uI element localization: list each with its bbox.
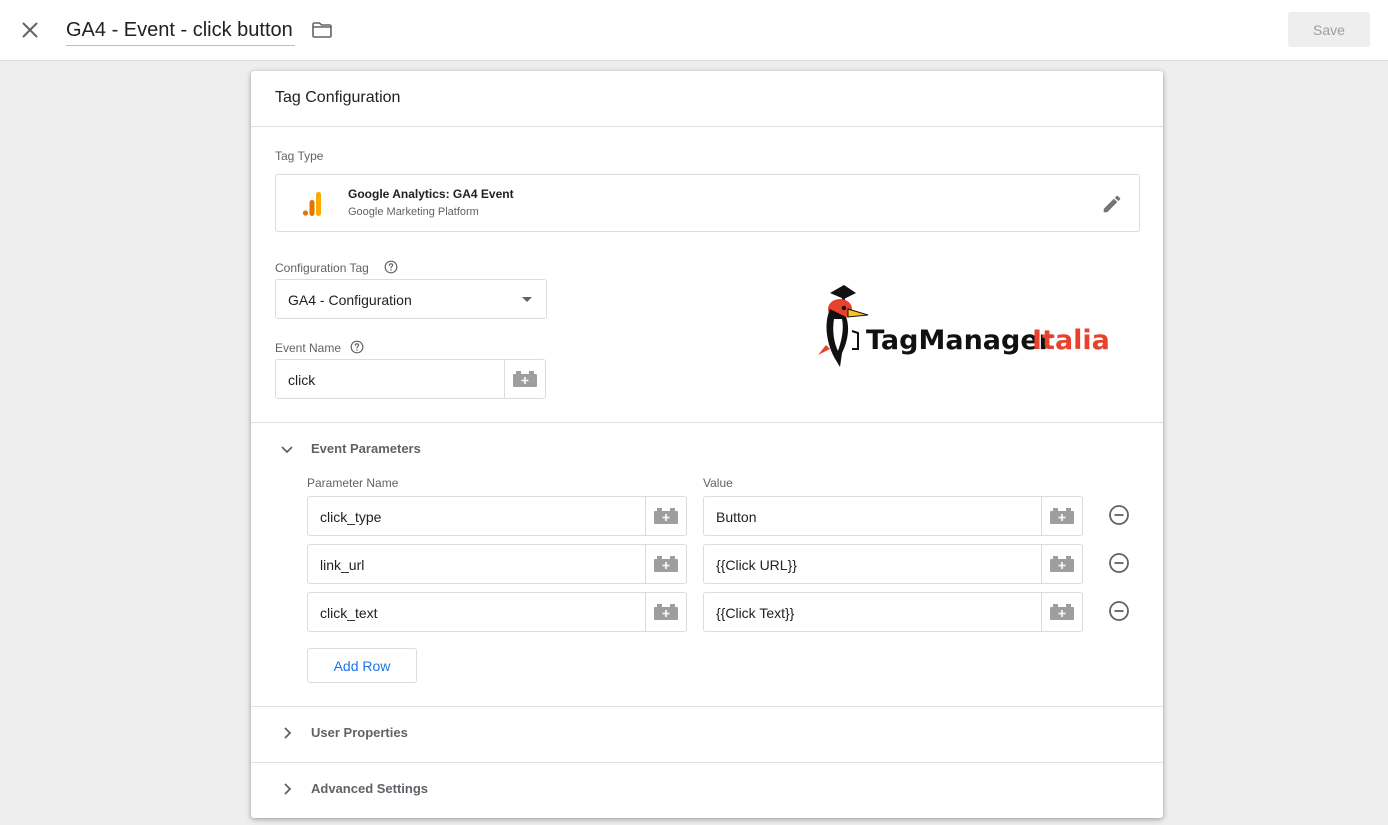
configuration-tag-value: GA4 - Configuration — [288, 292, 412, 308]
variable-icon[interactable] — [1041, 593, 1082, 631]
advanced-settings-title: Advanced Settings — [311, 781, 429, 796]
tag-title[interactable]: GA4 - Event - click button — [66, 16, 295, 46]
variable-icon[interactable] — [504, 360, 545, 398]
ga-icon — [302, 192, 322, 216]
remove-circle-icon[interactable] — [1107, 551, 1131, 575]
remove-circle-icon[interactable] — [1107, 503, 1131, 527]
parameter-name-value: link_url — [320, 557, 365, 573]
parameter-name-value: click_type — [320, 509, 382, 525]
tag-type-provider: Google Marketing Platform — [348, 206, 479, 218]
divider — [251, 422, 1163, 423]
folder-icon[interactable] — [310, 18, 334, 42]
parameter-value-field[interactable]: Button — [703, 496, 1083, 536]
chevron-right-icon — [275, 777, 299, 801]
parameter-value: {{Click Text}} — [716, 605, 795, 621]
event-parameters-toggle[interactable]: Event Parameters — [275, 437, 475, 461]
chevron-down-icon — [275, 437, 299, 461]
chevron-right-icon — [275, 721, 299, 745]
card-title: Tag Configuration — [275, 89, 401, 106]
event-parameters-title: Event Parameters — [311, 441, 421, 456]
divider — [251, 762, 1163, 763]
close-icon[interactable] — [17, 17, 43, 43]
variable-icon[interactable] — [645, 497, 686, 535]
user-properties-title: User Properties — [311, 725, 408, 740]
tag-manager-italia-logo: TagManager Italia — [804, 279, 1114, 374]
tag-type-selector[interactable]: Google Analytics: GA4 Event Google Marke… — [275, 174, 1140, 232]
user-properties-toggle[interactable]: User Properties — [275, 721, 475, 745]
variable-icon[interactable] — [1041, 545, 1082, 583]
parameter-value-field[interactable]: {{Click Text}} — [703, 592, 1083, 632]
tag-configuration-card: Tag Configuration Tag Type Google Analyt… — [251, 71, 1163, 818]
parameter-value: {{Click URL}} — [716, 557, 797, 573]
dropdown-arrow-icon — [522, 297, 532, 302]
configuration-tag-label: Configuration Tag — [275, 261, 369, 275]
parameter-name-header: Parameter Name — [307, 476, 399, 490]
parameter-name-field[interactable]: click_type — [307, 496, 687, 536]
help-icon[interactable] — [384, 260, 398, 274]
top-bar: GA4 - Event - click button Save — [0, 0, 1388, 61]
variable-icon[interactable] — [645, 593, 686, 631]
event-name-field[interactable]: click — [275, 359, 546, 399]
event-name-value: click — [288, 372, 316, 388]
configuration-tag-select[interactable]: GA4 - Configuration — [275, 279, 547, 319]
edit-icon[interactable] — [1101, 193, 1123, 215]
tag-type-name: Google Analytics: GA4 Event — [348, 187, 514, 201]
add-row-button[interactable]: Add Row — [307, 648, 417, 683]
parameter-value-field[interactable]: {{Click URL}} — [703, 544, 1083, 584]
parameter-name-field[interactable]: link_url — [307, 544, 687, 584]
divider — [251, 706, 1163, 707]
logo-text-main: TagManager — [866, 325, 1053, 356]
save-button[interactable]: Save — [1288, 12, 1370, 47]
help-icon[interactable] — [350, 340, 364, 354]
advanced-settings-toggle[interactable]: Advanced Settings — [275, 777, 475, 801]
value-header: Value — [703, 476, 733, 490]
card-header: Tag Configuration — [251, 71, 1163, 127]
variable-icon[interactable] — [645, 545, 686, 583]
parameter-name-value: click_text — [320, 605, 378, 621]
event-name-label: Event Name — [275, 341, 342, 355]
logo-text-accent: Italia — [1032, 325, 1110, 356]
parameter-name-field[interactable]: click_text — [307, 592, 687, 632]
variable-icon[interactable] — [1041, 497, 1082, 535]
parameter-value: Button — [716, 509, 757, 525]
tag-type-label: Tag Type — [275, 149, 324, 163]
remove-circle-icon[interactable] — [1107, 599, 1131, 623]
